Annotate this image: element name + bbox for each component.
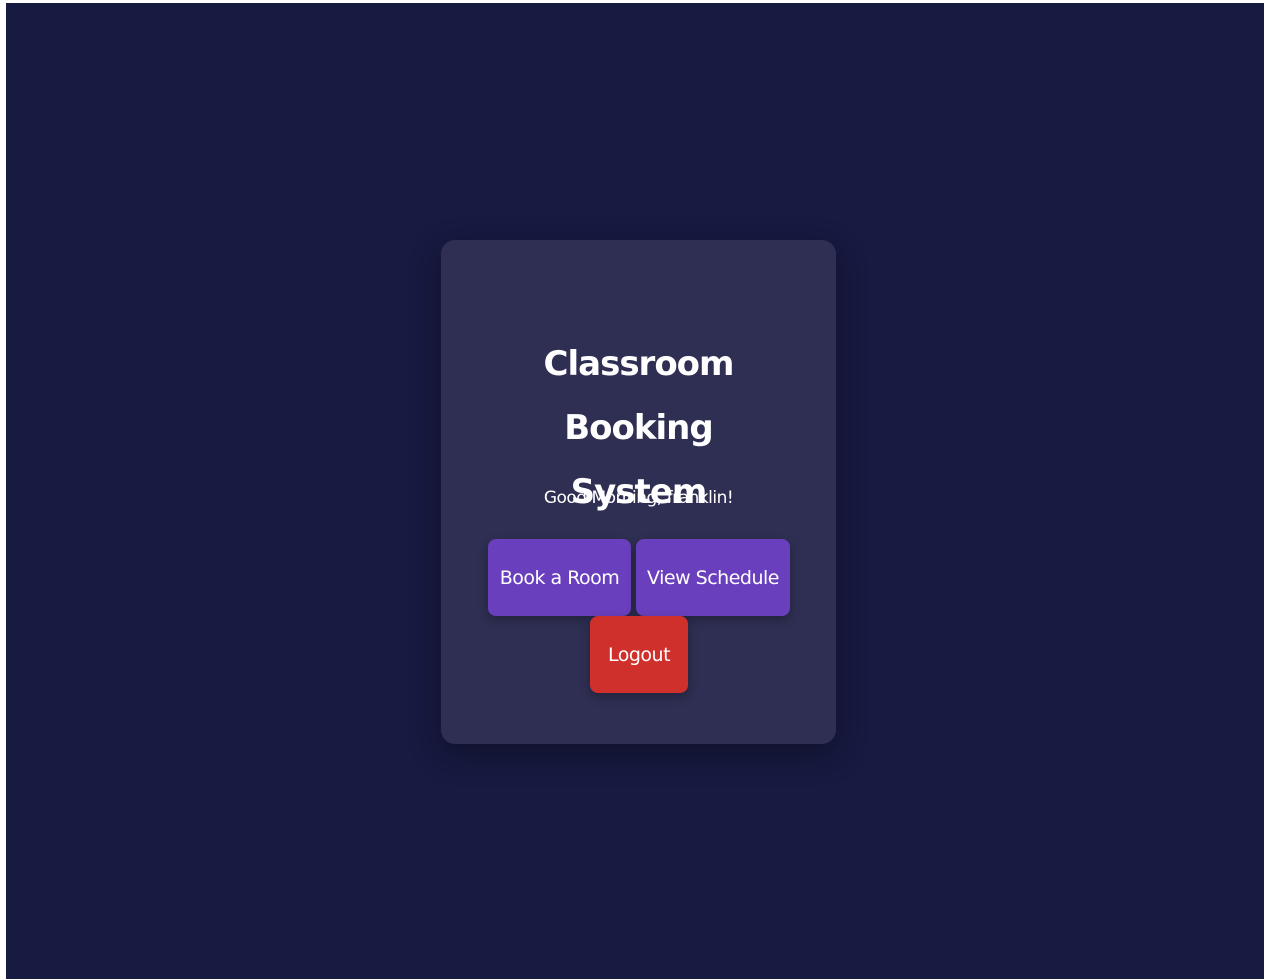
view-schedule-button[interactable]: View Schedule <box>636 539 790 616</box>
logout-button[interactable]: Logout <box>590 616 688 693</box>
book-room-button[interactable]: Book a Room <box>488 539 631 616</box>
dashboard-card: Classroom Booking System Good Morning, f… <box>441 240 836 744</box>
page-background: Classroom Booking System Good Morning, f… <box>6 3 1264 979</box>
greeting-text: Good Morning, franklin! <box>543 488 734 508</box>
title-line-1: Classroom Booking <box>543 344 735 448</box>
